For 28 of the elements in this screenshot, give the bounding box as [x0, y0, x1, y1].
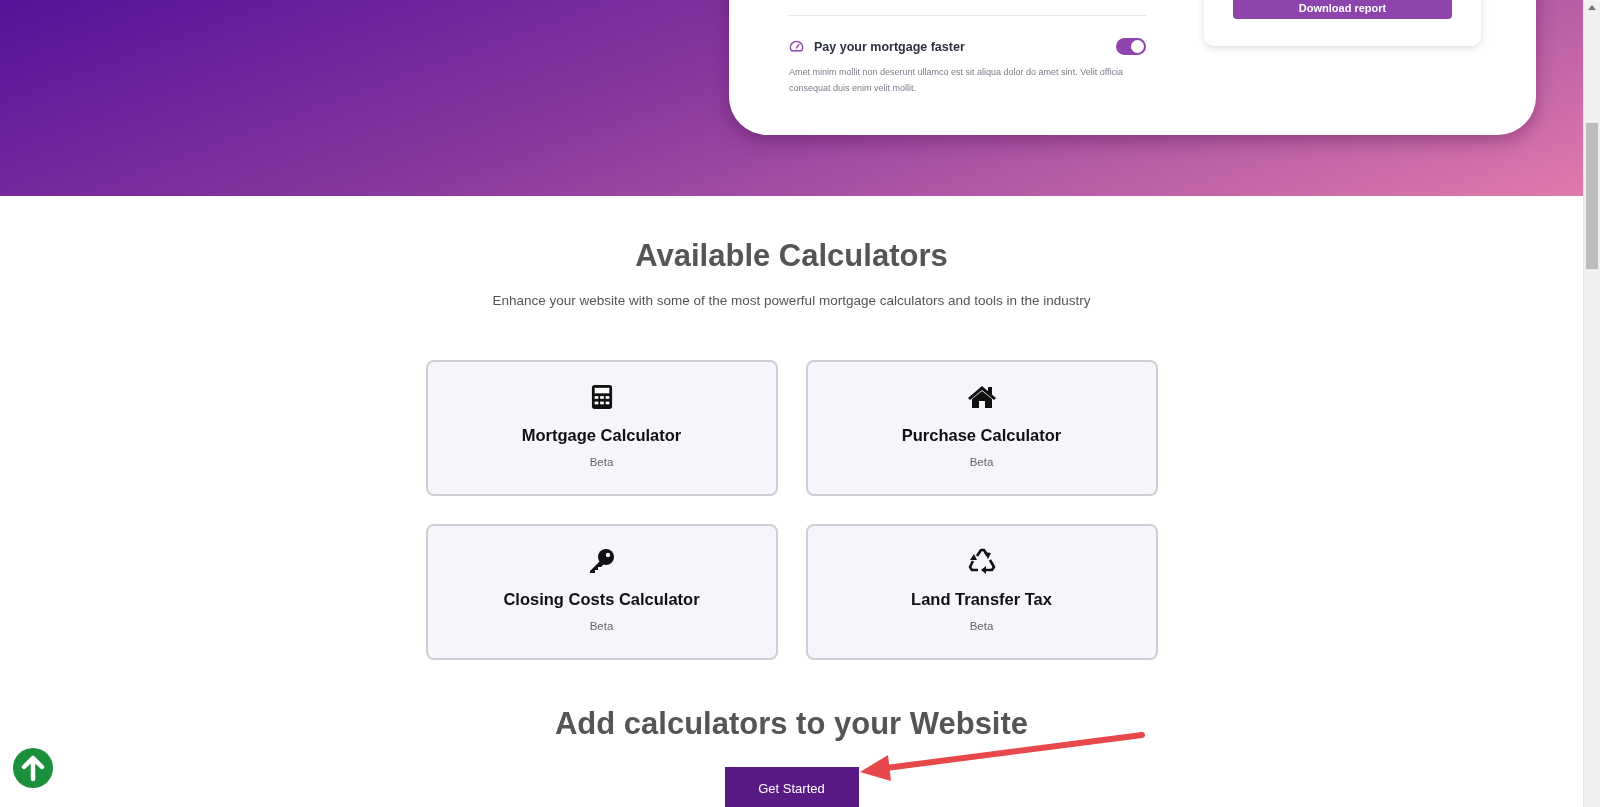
- calculator-tag: Beta: [589, 620, 614, 632]
- scroll-up-icon[interactable]: [1588, 5, 1596, 10]
- calculator-name: Closing Costs Calculator: [503, 590, 700, 609]
- scrollbar-thumb[interactable]: [1586, 123, 1598, 269]
- feature-title: Pay your mortgage faster: [814, 39, 966, 54]
- calculator-card[interactable]: Closing Costs Calculator Beta: [425, 524, 778, 660]
- calculator-tag: Beta: [969, 456, 994, 468]
- gauge-icon: [789, 39, 804, 54]
- house-icon: [966, 384, 997, 410]
- section-title: Available Calculators: [635, 237, 948, 275]
- calculator-name: Purchase Calculator: [901, 426, 1062, 445]
- calculator-name: Mortgage Calculator: [521, 426, 682, 445]
- section-subtitle: Enhance your website with some of the most powerful mortgage calculators and tools in the industry: [492, 293, 1091, 308]
- calculator-tag: Beta: [969, 620, 994, 632]
- feature-description: Amet minim mollit non deserunt ullamco est sit aliqua dolor do amet sint. Velit officia consequat duis enim velit mollit.: [789, 66, 1124, 95]
- recycle-icon: [967, 548, 996, 574]
- cta-title: Add calculators to your Website: [554, 705, 1029, 743]
- key-icon: [588, 548, 615, 574]
- calculator-tag: Beta: [589, 456, 614, 468]
- calculator-name: Land Transfer Tax: [911, 590, 1052, 609]
- calculator-icon: [590, 384, 613, 410]
- get-started-button[interactable]: Get Started: [724, 767, 859, 807]
- scroll-to-top-button[interactable]: [13, 748, 53, 788]
- toggle-switch[interactable]: [1116, 38, 1146, 55]
- calculator-card[interactable]: Purchase Calculator Beta: [805, 360, 1158, 496]
- calculator-card[interactable]: Land Transfer Tax Beta: [805, 524, 1158, 660]
- calculator-card[interactable]: Mortgage Calculator Beta: [425, 360, 778, 496]
- download-report-button[interactable]: Download report: [1233, 0, 1452, 19]
